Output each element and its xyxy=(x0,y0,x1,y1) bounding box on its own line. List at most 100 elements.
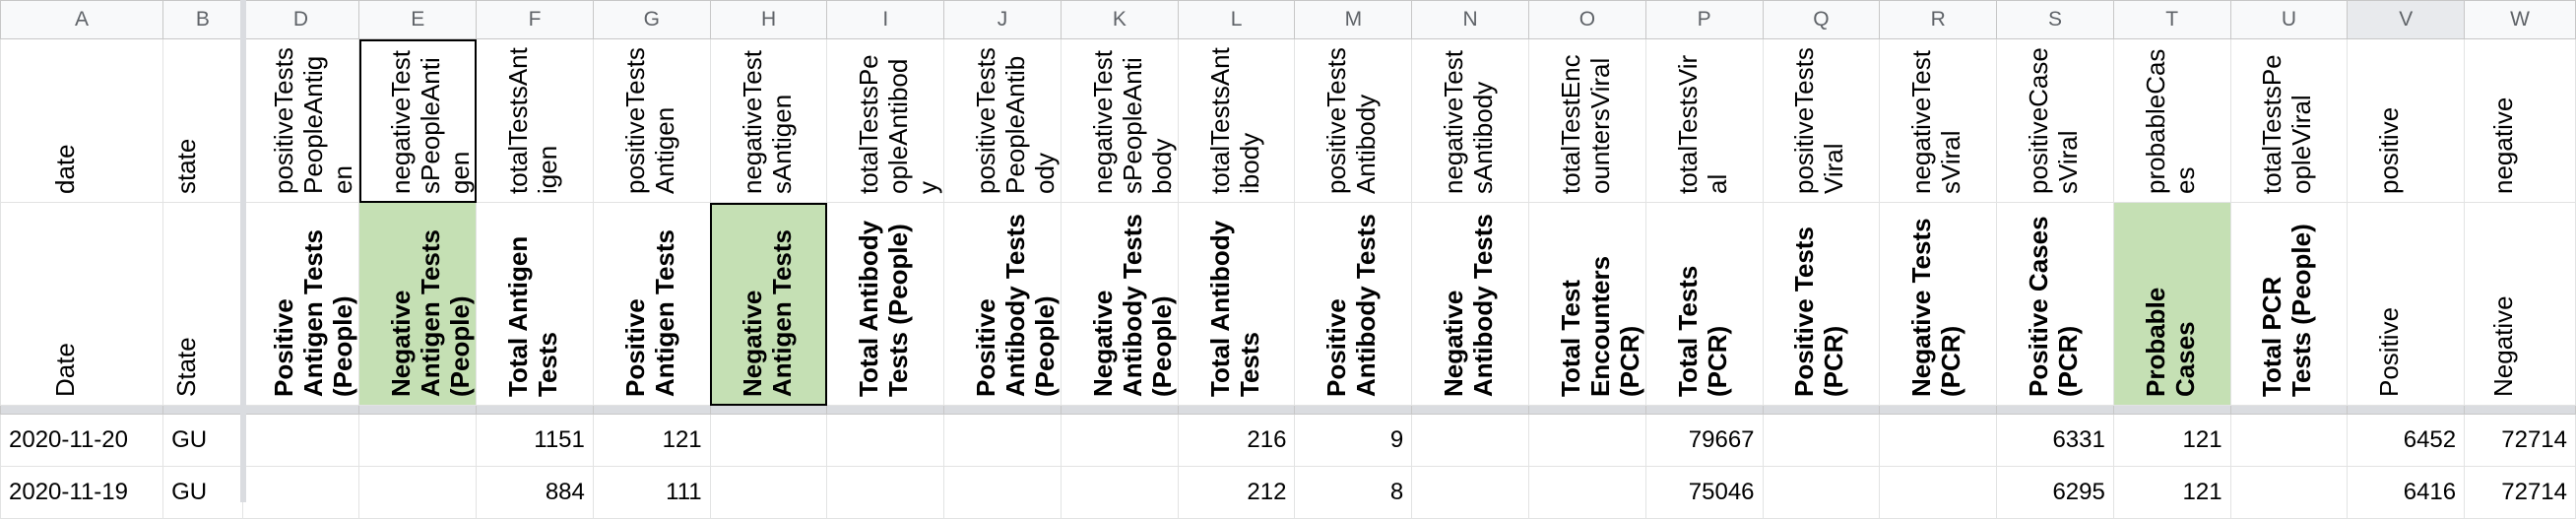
data-cell-e[interactable] xyxy=(358,466,478,519)
data-cell-q[interactable] xyxy=(1762,414,1881,467)
data-cell-k[interactable] xyxy=(1060,466,1179,519)
field-cell[interactable]: negativeTestsViral xyxy=(1879,38,1998,203)
column-letter-r[interactable]: R xyxy=(1879,0,1998,39)
label-cell[interactable]: Negative Antibody Tests xyxy=(1411,202,1529,406)
data-cell-o[interactable] xyxy=(1528,414,1646,467)
label-cell[interactable]: Negative Tests (PCR) xyxy=(1879,202,1998,406)
column-letter-s[interactable]: S xyxy=(1996,0,2114,39)
data-cell-o[interactable] xyxy=(1528,466,1646,519)
column-letter-u[interactable]: U xyxy=(2229,0,2349,39)
column-letter-j[interactable]: J xyxy=(943,0,1062,39)
label-cell[interactable]: Positive xyxy=(2347,202,2466,406)
data-cell-g[interactable]: 111 xyxy=(592,466,711,519)
data-cell-w[interactable]: 72714 xyxy=(2464,414,2576,467)
column-letter-v[interactable]: V xyxy=(2347,0,2466,39)
label-cell[interactable]: State xyxy=(162,202,243,406)
label-cell[interactable]: Positive Antigen Tests xyxy=(592,202,711,406)
label-cell[interactable]: Total PCR Tests (People) xyxy=(2229,202,2349,406)
column-letter-f[interactable]: F xyxy=(476,0,594,39)
data-cell-u[interactable] xyxy=(2229,414,2349,467)
field-cell[interactable]: totalTestsViral xyxy=(1644,38,1764,203)
data-cell-n[interactable] xyxy=(1411,414,1529,467)
label-cell[interactable]: Date xyxy=(0,202,164,406)
column-letter-h[interactable]: H xyxy=(709,0,828,39)
data-cell-k[interactable] xyxy=(1060,414,1179,467)
field-cell[interactable]: state xyxy=(162,38,243,203)
data-cell-s[interactable]: 6331 xyxy=(1996,414,2114,467)
data-cell-r[interactable] xyxy=(1879,414,1998,467)
data-cell-l[interactable]: 216 xyxy=(1177,414,1296,467)
data-cell-j[interactable] xyxy=(943,414,1062,467)
column-letter-w[interactable]: W xyxy=(2464,0,2576,39)
data-cell-i[interactable] xyxy=(826,414,945,467)
label-cell[interactable]: Probable Cases xyxy=(2112,202,2231,406)
label-cell[interactable]: Positive Tests (PCR) xyxy=(1762,202,1881,406)
data-cell-t[interactable]: 121 xyxy=(2112,414,2231,467)
data-cell-n[interactable] xyxy=(1411,466,1529,519)
column-letter-q[interactable]: Q xyxy=(1762,0,1881,39)
data-cell-p[interactable]: 79667 xyxy=(1644,414,1764,467)
data-cell-p[interactable]: 75046 xyxy=(1644,466,1764,519)
data-cell-f[interactable]: 884 xyxy=(476,466,594,519)
field-cell[interactable]: totalTestsPeopleViral xyxy=(2229,38,2349,203)
label-cell[interactable]: Positive Cases (PCR) xyxy=(1996,202,2114,406)
data-cell-u[interactable] xyxy=(2229,466,2349,519)
column-letter-d[interactable]: D xyxy=(241,0,360,39)
column-letter-t[interactable]: T xyxy=(2112,0,2231,39)
label-cell[interactable]: Total Antibody Tests xyxy=(1177,202,1296,406)
field-cell[interactable]: totalTestsPeopleAntibody xyxy=(826,38,945,203)
label-cell[interactable]: Total Antigen Tests xyxy=(476,202,594,406)
data-cell-m[interactable]: 8 xyxy=(1294,466,1413,519)
field-cell[interactable]: positiveCasesViral xyxy=(1996,38,2114,203)
label-cell[interactable]: Negative Antibody Tests (People) xyxy=(1060,202,1179,406)
label-cell[interactable]: Negative Antigen Tests (People) xyxy=(358,202,478,406)
label-cell[interactable]: Total Antibody Tests (People) xyxy=(826,202,945,406)
field-cell[interactable]: probableCases xyxy=(2112,38,2231,203)
field-cell[interactable]: negativeTestsAntigen xyxy=(709,38,828,203)
label-cell[interactable]: Negative Antigen Tests xyxy=(709,202,828,406)
label-cell[interactable]: Total Tests (PCR) xyxy=(1644,202,1764,406)
data-cell-w[interactable]: 72714 xyxy=(2464,466,2576,519)
data-cell-m[interactable]: 9 xyxy=(1294,414,1413,467)
field-cell[interactable]: positiveTestsViral xyxy=(1762,38,1881,203)
label-cell[interactable]: Positive Antibody Tests xyxy=(1294,202,1413,406)
label-cell[interactable]: Positive Antigen Tests (People) xyxy=(241,202,360,406)
data-cell-h[interactable] xyxy=(709,414,828,467)
data-cell-j[interactable] xyxy=(943,466,1062,519)
data-cell-g[interactable]: 121 xyxy=(592,414,711,467)
column-letter-g[interactable]: G xyxy=(592,0,711,39)
column-letter-n[interactable]: N xyxy=(1411,0,1529,39)
data-cell-v[interactable]: 6416 xyxy=(2347,466,2466,519)
data-cell-t[interactable]: 121 xyxy=(2112,466,2231,519)
frozen-row-divider[interactable] xyxy=(0,405,2576,415)
field-cell[interactable]: totalTestsAntibody xyxy=(1177,38,1296,203)
label-cell[interactable]: Positive Antibody Tests (People) xyxy=(943,202,1062,406)
field-cell[interactable]: positiveTestsPeopleAntibody xyxy=(943,38,1062,203)
field-cell[interactable]: positive xyxy=(2347,38,2466,203)
column-letter-k[interactable]: K xyxy=(1060,0,1179,39)
field-cell[interactable]: date xyxy=(0,38,164,203)
data-cell-f[interactable]: 1151 xyxy=(476,414,594,467)
column-letter-p[interactable]: P xyxy=(1644,0,1764,39)
data-cell-v[interactable]: 6452 xyxy=(2347,414,2466,467)
data-cell-h[interactable] xyxy=(709,466,828,519)
field-cell[interactable]: negativeTestsPeopleAntigen xyxy=(358,38,478,203)
field-cell[interactable]: positiveTestsAntigen xyxy=(592,38,711,203)
data-cell-d[interactable] xyxy=(241,466,360,519)
field-cell[interactable]: negativeTestsPeopleAntibody xyxy=(1060,38,1179,203)
field-cell[interactable]: negative xyxy=(2464,38,2576,203)
field-cell[interactable]: positiveTestsPeopleAntigen xyxy=(241,38,360,203)
data-cell-a[interactable]: 2020-11-19 xyxy=(0,466,164,519)
data-cell-l[interactable]: 212 xyxy=(1177,466,1296,519)
column-letter-i[interactable]: I xyxy=(826,0,945,39)
frozen-column-divider[interactable] xyxy=(240,0,246,502)
data-cell-r[interactable] xyxy=(1879,466,1998,519)
field-cell[interactable]: positiveTestsAntibody xyxy=(1294,38,1413,203)
data-cell-s[interactable]: 6295 xyxy=(1996,466,2114,519)
label-cell[interactable]: Negative xyxy=(2464,202,2576,406)
column-letter-m[interactable]: M xyxy=(1294,0,1413,39)
label-cell[interactable]: Total Test Encounters (PCR) xyxy=(1528,202,1646,406)
field-cell[interactable]: negativeTestsAntibody xyxy=(1411,38,1529,203)
column-letter-e[interactable]: E xyxy=(358,0,478,39)
field-cell[interactable]: totalTestEncountersViral xyxy=(1528,38,1646,203)
